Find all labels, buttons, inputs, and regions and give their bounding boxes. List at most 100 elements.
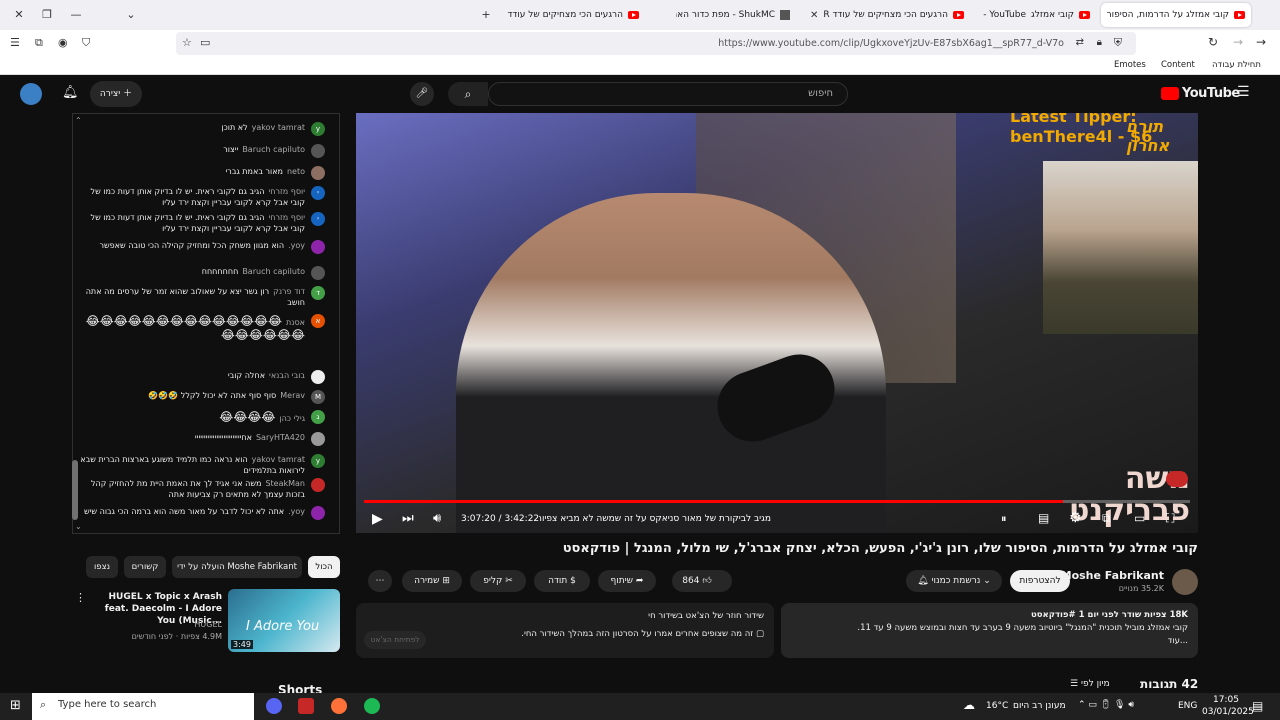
chat-message[interactable]: י יוסף מזרחיהגיב גם לקובי ראית. יש לו בדי…: [77, 212, 325, 234]
chat-scroll-down-icon[interactable]: ⌄: [75, 522, 82, 531]
volume-icon[interactable]: 🔊︎: [433, 511, 441, 526]
channel-name[interactable]: Moshe Fabrikant: [1061, 569, 1164, 582]
chat-author[interactable]: בובי הבנאי: [269, 371, 305, 380]
chat-avatar[interactable]: M: [311, 390, 325, 404]
autoplay-toggle-icon[interactable]: ⏸: [1001, 512, 1007, 526]
chapter-title[interactable]: מגיב לביקורת של מאור סניאקס על זה שמשה ל…: [539, 514, 771, 524]
shield-icon[interactable]: ⛨: [1114, 36, 1122, 50]
chat-message[interactable]: neto מאור באמת גברי: [77, 166, 325, 180]
clock-date[interactable]: 03/01/2025: [1202, 707, 1254, 717]
discord-icon[interactable]: [266, 698, 282, 714]
join-button[interactable]: להצטרפות: [1010, 570, 1070, 592]
windows-start-icon[interactable]: ⊞: [10, 698, 21, 713]
chat-author[interactable]: yakov tamrat: [252, 455, 305, 464]
screenshot-icon[interactable]: ▭: [200, 36, 210, 49]
account-icon[interactable]: ◉: [58, 36, 68, 49]
chat-avatar[interactable]: y: [311, 454, 325, 468]
bookmark-emotes[interactable]: Emotes: [1114, 60, 1146, 70]
chat-message[interactable]: Baruch capilutoייצור: [77, 144, 325, 158]
miniplayer-icon[interactable]: ⧉: [1102, 511, 1111, 526]
chat-message[interactable]: י יוסף מזרחיהגיב גם לקובי ראית. יש לו בדי…: [77, 186, 325, 208]
youtube-logo-icon[interactable]: [1161, 87, 1179, 100]
taskbar-search-input[interactable]: ⌕ Type here to search: [32, 693, 254, 720]
chat-avatar[interactable]: י: [311, 186, 325, 200]
chat-message[interactable]: א אסנת😂😂😂😂😂😂😂😂😂😂😂😂😂😂😂😂😂😂😂😂: [77, 314, 325, 342]
save-button[interactable]: ⊞ שמירה: [402, 570, 462, 592]
chat-avatar[interactable]: y: [311, 122, 325, 136]
chat-avatar[interactable]: [311, 478, 325, 492]
clock-time[interactable]: 17:05: [1213, 695, 1239, 705]
chat-avatar[interactable]: [311, 166, 325, 180]
open-chat-button[interactable]: לפתיחת הצ'אט: [364, 631, 426, 649]
tab-oded-funny-1[interactable]: הרגעים הכי מצחיקים של עודד R ✕: [800, 3, 970, 27]
video-thumbnail[interactable]: I Adore You 3:49: [228, 589, 340, 652]
chat-scrollbar[interactable]: [72, 460, 78, 520]
url-text[interactable]: https://www.youtube.com/clip/UgkxoveYjzU…: [718, 38, 1064, 49]
close-window-icon[interactable]: ✕: [10, 6, 28, 24]
tab-oded-funny-2[interactable]: הרגעים הכי מצחיקים של עודד R ✕: [505, 3, 645, 27]
firefox-icon[interactable]: [331, 698, 347, 714]
chip-watched[interactable]: נצפו: [86, 556, 118, 578]
tab-list-icon[interactable]: ⌄: [122, 6, 140, 24]
chat-author[interactable]: SaryHTA420: [256, 433, 305, 442]
chat-author[interactable]: neto: [287, 167, 305, 176]
chat-author[interactable]: Merav: [280, 391, 305, 400]
new-tab-icon[interactable]: +: [477, 6, 495, 24]
chat-author[interactable]: yakov tamrat: [252, 123, 305, 132]
youtube-logo-text[interactable]: YouTube: [1182, 86, 1240, 101]
sort-comments-button[interactable]: מיון לפי ☰: [1070, 679, 1110, 689]
recommended-channel[interactable]: HUGEL: [90, 620, 222, 629]
chat-message[interactable]: yoy.אתה לא יכול לדבר על מאור משה הוא ברמ…: [77, 506, 325, 520]
guide-menu-icon[interactable]: ☰: [1237, 84, 1250, 100]
pocket-icon[interactable]: ⛉: [82, 36, 90, 50]
chat-author[interactable]: אסנת: [286, 318, 305, 327]
settings-gear-icon[interactable]: ⚙: [1069, 510, 1082, 526]
chat-avatar[interactable]: [311, 370, 325, 384]
chat-avatar[interactable]: י: [311, 212, 325, 226]
channel-avatar[interactable]: [1172, 569, 1198, 595]
menu-icon[interactable]: ☰: [10, 36, 20, 49]
chat-author[interactable]: yoy.: [288, 241, 305, 250]
search-input[interactable]: חיפוש: [488, 82, 848, 106]
description-more[interactable]: ...עוד: [791, 635, 1188, 648]
share-button[interactable]: ➦ שיתוף: [598, 570, 656, 592]
address-bar[interactable]: ☆ ▭ https://www.youtube.com/clip/Ugkxove…: [176, 32, 1136, 55]
notifications-icon[interactable]: ▤: [1252, 699, 1263, 713]
tray-icons[interactable]: ⌃ ▭ 🔋︎ 🎙 🔊︎: [1078, 700, 1134, 710]
chat-author[interactable]: יוסף מזרחי: [268, 187, 305, 196]
close-tab-icon[interactable]: ✕: [1101, 10, 1102, 21]
subscribed-button[interactable]: ⌄ נרשמת כמנוי 🔔︎: [906, 570, 1002, 592]
search-icon[interactable]: ⌕: [448, 82, 488, 106]
chat-author[interactable]: yoy.: [288, 507, 305, 516]
voice-search-icon[interactable]: 🎤︎: [410, 82, 434, 106]
chat-avatar[interactable]: ג: [311, 410, 325, 424]
app-icon[interactable]: [298, 698, 314, 714]
more-options-icon[interactable]: ⋮: [75, 591, 86, 604]
description-box[interactable]: 18K צפיות שודר לפני יום 1 #פודקאסט קובי …: [781, 603, 1198, 658]
chat-avatar[interactable]: [311, 432, 325, 446]
chat-message[interactable]: בובי הבנאיאחלה קובי: [77, 370, 325, 384]
subtitles-icon[interactable]: ▤: [1038, 511, 1049, 525]
recommended-video[interactable]: I Adore You 3:49 HUGEL x Topic x Arash f…: [72, 589, 340, 652]
spotify-icon[interactable]: [364, 698, 380, 714]
forward-icon[interactable]: →: [1233, 35, 1243, 49]
like-button[interactable]: 👍︎ 864: [672, 570, 722, 592]
chip-all[interactable]: הכול: [308, 556, 340, 578]
bookmark-star-icon[interactable]: ☆: [182, 36, 192, 49]
chat-message[interactable]: y yakov tamratהוא נראה כמו תלמיד משוגע בא…: [77, 454, 325, 476]
chat-message[interactable]: yoy.הוא מגוון משחק הכל ומחזיק קהילה הכי …: [77, 240, 325, 254]
chat-avatar[interactable]: [311, 266, 325, 280]
close-tab-icon[interactable]: ✕: [810, 10, 818, 21]
task-view-icon[interactable]: ⧉: [233, 698, 242, 713]
keyboard-language[interactable]: ENG: [1178, 701, 1197, 711]
bookmark-content[interactable]: Content: [1161, 60, 1195, 70]
theater-mode-icon[interactable]: ▭: [1134, 511, 1145, 525]
chat-message[interactable]: Baruch capilutoחחחחחחח: [77, 266, 325, 280]
back-icon[interactable]: →: [1256, 35, 1266, 49]
more-actions-icon[interactable]: ⋯: [368, 570, 392, 592]
lock-icon[interactable]: 🔒︎: [1097, 37, 1102, 48]
video-player[interactable]: Latest Tipper: benThere4l - $6 תורם אחרו…: [356, 113, 1198, 533]
chat-message[interactable]: SaryHTA420 אחיייייייייייייייייייייייייי: [77, 432, 325, 446]
chat-message[interactable]: ד דוד פרנקרון גשר יצא על שאולוב שהוא זמר …: [77, 286, 325, 308]
fullscreen-icon[interactable]: ⛶: [1166, 511, 1174, 526]
